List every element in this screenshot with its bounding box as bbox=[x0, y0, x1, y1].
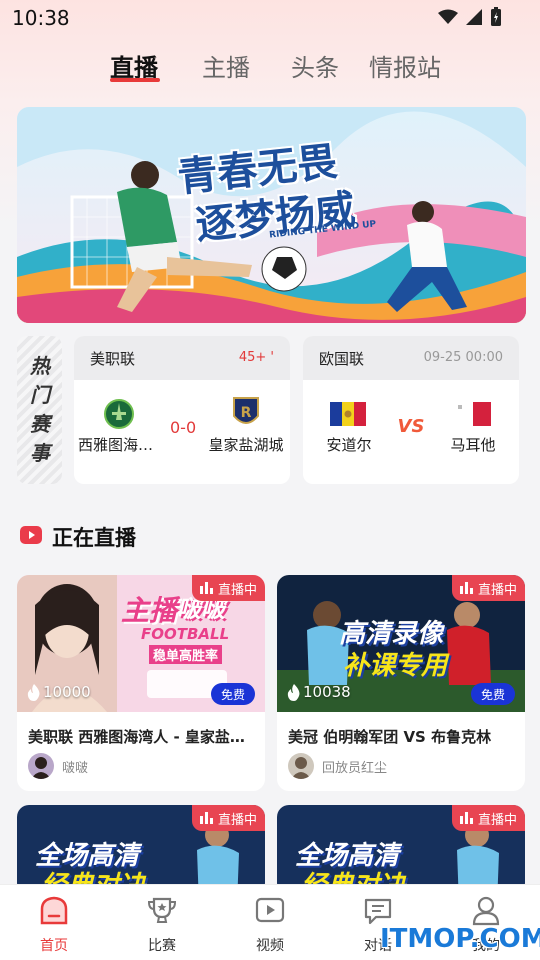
tab-anchor[interactable]: 主播 bbox=[202, 48, 250, 83]
active-tab-indicator bbox=[110, 78, 160, 82]
viewer-count-value: 10038 bbox=[303, 683, 351, 701]
avatar bbox=[28, 753, 54, 779]
stream-thumbnail: 主播 啵啵 FOOTBALL 稳单高胜率 直播中 10000 免费 bbox=[17, 575, 265, 712]
signal-icon bbox=[466, 9, 482, 25]
stream-thumbnail: 高清录像 补课专用 直播中 10038 免费 bbox=[277, 575, 525, 712]
match-card[interactable]: 欧国联 09-25 00:00 VS 安道尔 马耳他 bbox=[303, 336, 519, 484]
live-badge-label: 直播中 bbox=[477, 582, 517, 598]
stream-card[interactable]: 高清录像 补课专用 直播中 10038 免费 美冠 伯明翰军团 VS 布鲁克林 … bbox=[277, 575, 525, 791]
stream-card[interactable]: 主播 啵啵 FOOTBALL 稳单高胜率 直播中 10000 免费 美职联 西雅… bbox=[17, 575, 265, 791]
match-card[interactable]: 美职联 45+ ' 0-0 R 西雅图海湾人 皇家盐湖城 bbox=[74, 336, 290, 484]
nav-label: 比赛 bbox=[148, 938, 176, 954]
battery-icon bbox=[491, 7, 501, 26]
flag-malta-icon bbox=[455, 402, 491, 426]
thumbnail-caption: FOOTBALL bbox=[141, 625, 230, 643]
hot-matches-label: 热门赛事 bbox=[17, 336, 62, 484]
live-bars-icon bbox=[459, 812, 473, 824]
nav-label: 首页 bbox=[40, 938, 68, 954]
stream-card[interactable]: 全场高清 经典对决 直播中 bbox=[277, 805, 525, 895]
viewer-count-value: 10000 bbox=[43, 683, 91, 701]
fire-icon bbox=[287, 683, 300, 701]
top-tabs: 直播 主播 头条 情报站 bbox=[0, 48, 540, 88]
svg-text:VS: VS bbox=[398, 416, 425, 436]
svg-text:R: R bbox=[241, 405, 252, 421]
live-badge: 直播中 bbox=[191, 805, 265, 831]
nav-label: 视频 bbox=[256, 938, 284, 954]
free-badge-label: 免费 bbox=[480, 687, 505, 702]
fire-icon bbox=[27, 683, 40, 701]
status-icons bbox=[438, 7, 502, 27]
viewer-count: 10038 bbox=[287, 683, 351, 701]
league-name: 欧国联 bbox=[319, 350, 365, 368]
live-badge: 直播中 bbox=[191, 575, 265, 601]
tab-headlines[interactable]: 头条 bbox=[291, 48, 339, 83]
anchor-name: 啵啵 bbox=[62, 761, 89, 776]
stream-card[interactable]: 全场高清 经典对决 直播中 bbox=[17, 805, 265, 895]
hot-matches-title: 热门赛事 bbox=[30, 354, 50, 465]
match-time: 09-25 00:00 bbox=[423, 350, 503, 365]
tab-intel[interactable]: 情报站 bbox=[369, 48, 441, 83]
stream-title: 美冠 伯明翰军团 VS 布鲁克林 bbox=[288, 728, 492, 746]
live-badge-label: 直播中 bbox=[477, 812, 517, 828]
thumbnail-caption: 补课专用 bbox=[343, 651, 448, 681]
stream-title: 美职联 西雅图海湾人 - 皇家盐湖城 bbox=[28, 728, 256, 746]
free-badge: 免费 bbox=[470, 683, 515, 705]
league-name: 美职联 bbox=[90, 350, 136, 368]
profile-icon bbox=[472, 896, 500, 926]
match-score: 0-0 bbox=[170, 418, 197, 437]
live-badge: 直播中 bbox=[451, 575, 525, 601]
promo-banner[interactable]: 青春无畏 逐梦扬威 RIDING THE WIND UP bbox=[17, 107, 526, 323]
stream-thumbnail: 全场高清 经典对决 直播中 bbox=[277, 805, 525, 895]
live-bars-icon bbox=[459, 582, 473, 594]
away-team-name: 皇家盐湖城 bbox=[208, 436, 284, 454]
anchor-name: 回放员红尘 bbox=[322, 761, 388, 776]
live-badge: 直播中 bbox=[451, 805, 525, 831]
match-minute: 45+ ' bbox=[238, 350, 274, 365]
home-icon bbox=[40, 896, 68, 925]
thumbnail-caption: 主播 bbox=[121, 594, 178, 627]
vs-icon: VS bbox=[398, 416, 425, 436]
viewer-count: 10000 bbox=[27, 683, 91, 701]
live-tv-icon bbox=[20, 526, 42, 544]
status-time: 10:38 bbox=[12, 6, 70, 30]
live-section-title: 正在直播 bbox=[52, 526, 136, 550]
thumbnail-caption: 稳单高胜率 bbox=[149, 645, 223, 664]
home-team-name: 西雅图海湾人 bbox=[78, 436, 158, 454]
live-badge-label: 直播中 bbox=[217, 582, 257, 598]
watermark: ITMOP.COM bbox=[380, 924, 540, 954]
match-header: 美职联 45+ ' bbox=[74, 336, 290, 380]
video-icon bbox=[255, 897, 285, 923]
nav-home[interactable]: 首页 bbox=[0, 885, 108, 960]
nav-matches[interactable]: 比赛 bbox=[108, 885, 216, 960]
status-bar: 10:38 bbox=[0, 0, 540, 34]
team-logo-seattle bbox=[104, 399, 134, 429]
home-team-name: 安道尔 bbox=[326, 436, 372, 454]
match-header: 欧国联 09-25 00:00 bbox=[303, 336, 519, 380]
live-bars-icon bbox=[199, 812, 213, 824]
live-bars-icon bbox=[199, 582, 213, 594]
team-logo-real-salt-lake: R bbox=[233, 397, 259, 424]
trophy-icon bbox=[147, 897, 177, 923]
chat-icon bbox=[364, 898, 392, 925]
away-team-name: 马耳他 bbox=[450, 436, 496, 454]
live-badge-label: 直播中 bbox=[217, 812, 257, 828]
nav-videos[interactable]: 视频 bbox=[216, 885, 324, 960]
free-badge-label: 免费 bbox=[220, 687, 245, 702]
stream-thumbnail: 全场高清 经典对决 直播中 bbox=[17, 805, 265, 895]
flag-andorra-icon bbox=[330, 402, 366, 426]
wifi-icon bbox=[438, 9, 458, 24]
free-badge: 免费 bbox=[210, 683, 255, 705]
avatar bbox=[288, 753, 314, 779]
